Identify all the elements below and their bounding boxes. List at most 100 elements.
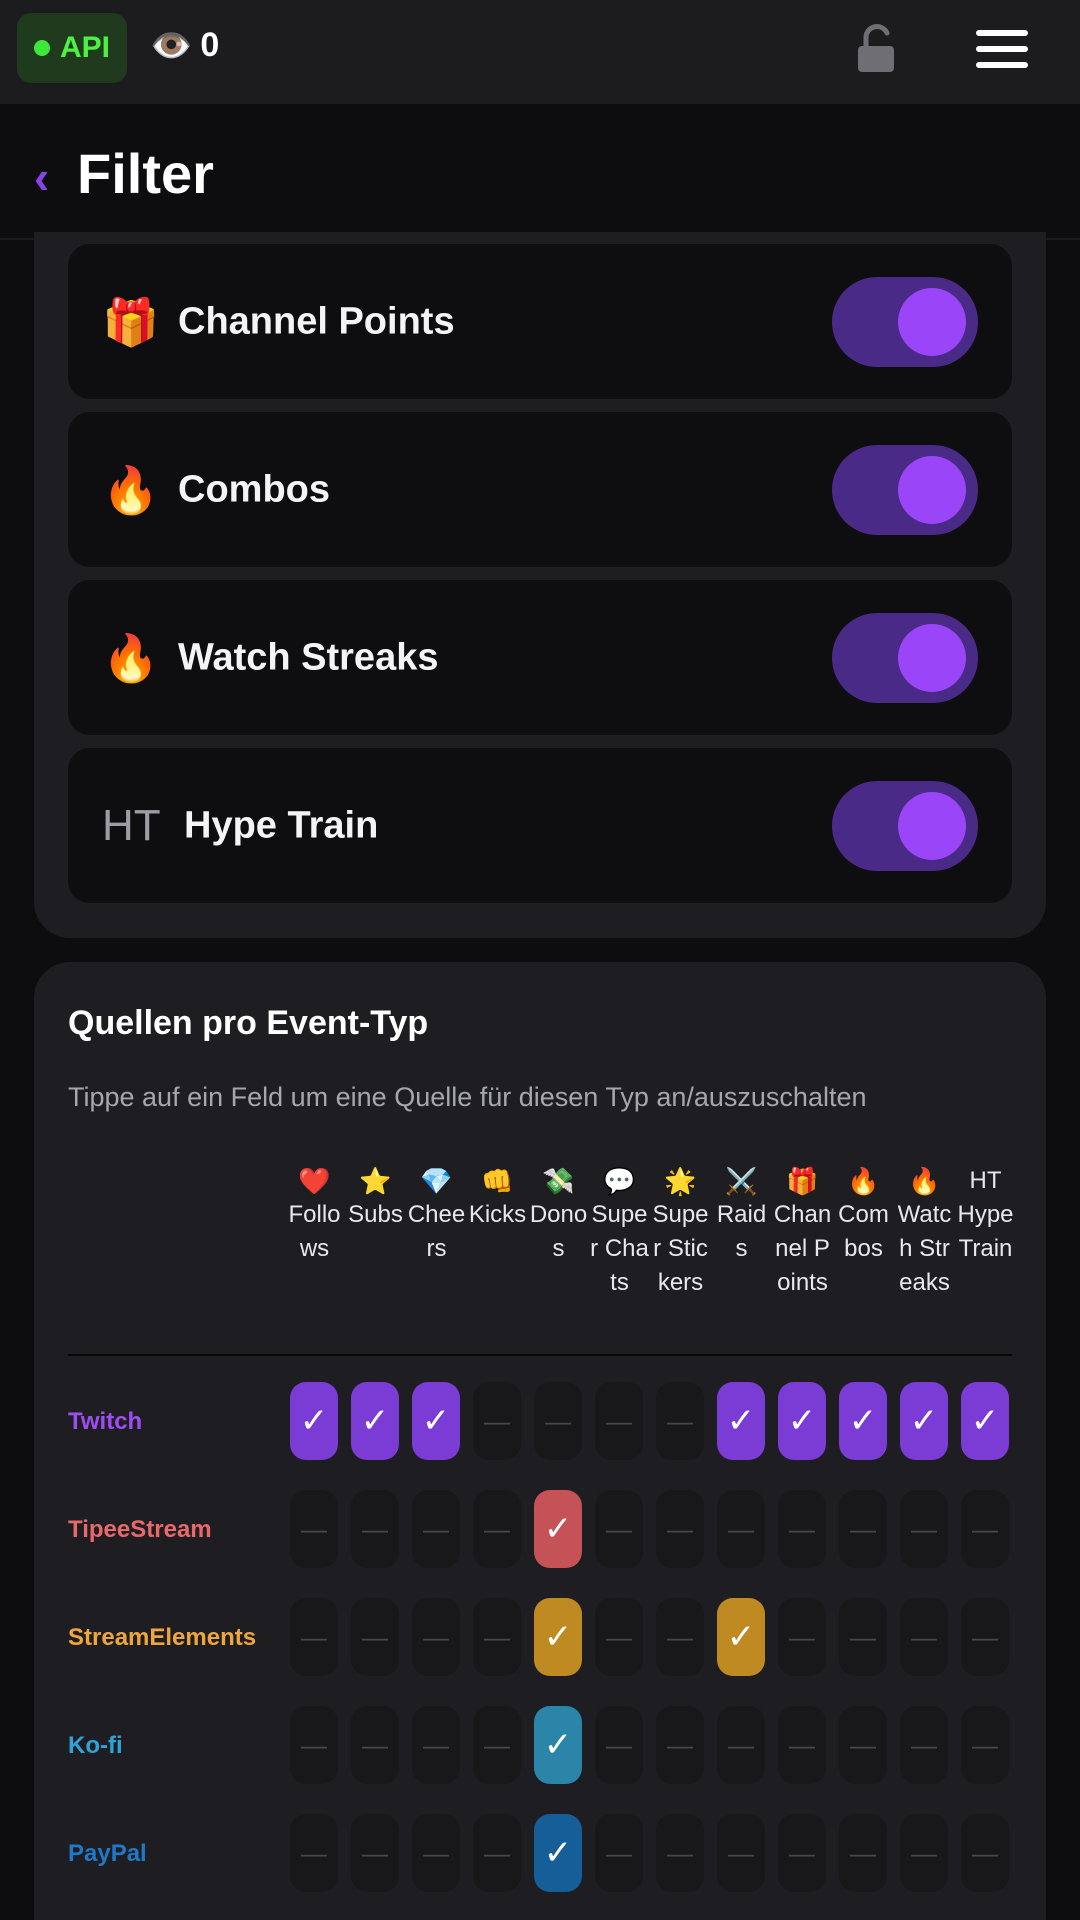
source-label: TipeeStream <box>68 1516 212 1543</box>
source-cell-unchecked[interactable]: — <box>351 1706 399 1784</box>
source-cell-unchecked[interactable]: — <box>412 1598 460 1676</box>
source-cell-unchecked[interactable]: — <box>473 1814 521 1892</box>
source-label: StreamElements <box>68 1624 257 1651</box>
section-description: Tippe auf ein Feld um eine Quelle für di… <box>68 1082 867 1112</box>
source-cell-checked[interactable]: ✓ <box>717 1598 765 1676</box>
toggle-row-combos[interactable]: 🔥 Combos <box>68 412 1012 567</box>
source-cell-checked[interactable]: ✓ <box>534 1706 582 1784</box>
source-cell-unchecked[interactable]: — <box>595 1814 643 1892</box>
event-type-label: Donos <box>529 1201 588 1262</box>
source-cell-unchecked[interactable]: — <box>595 1490 643 1568</box>
source-cell-unchecked[interactable]: — <box>839 1814 887 1892</box>
source-cell-unchecked[interactable]: — <box>412 1706 460 1784</box>
source-cell-unchecked[interactable]: — <box>839 1490 887 1568</box>
source-cell-unchecked[interactable]: — <box>778 1706 826 1784</box>
menu-icon[interactable] <box>976 30 1028 68</box>
hype-train-toggle[interactable] <box>832 780 978 871</box>
source-cell-unchecked[interactable]: — <box>839 1598 887 1676</box>
combos-toggle[interactable] <box>832 444 978 535</box>
source-cell-unchecked[interactable]: — <box>656 1814 704 1892</box>
source-cell-unchecked[interactable]: — <box>595 1598 643 1676</box>
source-cell-unchecked[interactable]: — <box>595 1706 643 1784</box>
source-label: Twitch <box>68 1408 143 1435</box>
source-cell-unchecked[interactable]: — <box>778 1814 826 1892</box>
column-header: ⭐ Subs <box>345 1166 406 1232</box>
source-cell-checked[interactable]: ✓ <box>534 1490 582 1568</box>
source-cell-unchecked[interactable]: — <box>534 1382 582 1460</box>
source-cell-checked[interactable]: ✓ <box>961 1382 1009 1460</box>
source-cell-unchecked[interactable]: — <box>473 1598 521 1676</box>
source-cell-unchecked[interactable]: — <box>778 1490 826 1568</box>
back-chevron-icon[interactable]: ‹ <box>34 154 49 200</box>
source-cell-unchecked[interactable]: — <box>961 1706 1009 1784</box>
source-cell-unchecked[interactable]: — <box>656 1706 704 1784</box>
source-cell-unchecked[interactable]: — <box>900 1706 948 1784</box>
source-cell-unchecked[interactable]: — <box>900 1814 948 1892</box>
source-cell-unchecked[interactable]: — <box>717 1814 765 1892</box>
source-cell-checked[interactable]: ✓ <box>534 1814 582 1892</box>
toggle-row-channel-points[interactable]: 🎁 Channel Points <box>68 244 1012 399</box>
source-cell-unchecked[interactable]: — <box>290 1814 338 1892</box>
source-cell-unchecked[interactable]: — <box>656 1598 704 1676</box>
source-cell-unchecked[interactable]: — <box>473 1382 521 1460</box>
source-cell-checked[interactable]: ✓ <box>900 1382 948 1460</box>
source-cell-checked[interactable]: ✓ <box>717 1382 765 1460</box>
source-cell-unchecked[interactable]: — <box>351 1490 399 1568</box>
source-cell-unchecked[interactable]: — <box>290 1490 338 1568</box>
source-cell-unchecked[interactable]: — <box>351 1598 399 1676</box>
toggle-knob <box>898 455 966 524</box>
source-cell-unchecked[interactable]: — <box>595 1382 643 1460</box>
source-cell-unchecked[interactable]: — <box>473 1706 521 1784</box>
gift-icon: 🎁 <box>102 295 160 348</box>
event-type-icon: 💬 <box>603 1166 636 1196</box>
source-cell-unchecked[interactable]: — <box>473 1490 521 1568</box>
source-cell-checked[interactable]: ✓ <box>534 1598 582 1676</box>
column-header: 🔥 Watch Streaks <box>894 1166 955 1300</box>
eye-icon: 👁️ <box>150 26 193 65</box>
api-label: API <box>59 31 110 64</box>
hype-train-icon: HT <box>102 800 161 850</box>
source-cell-unchecked[interactable]: — <box>656 1382 704 1460</box>
source-cell-checked[interactable]: ✓ <box>290 1382 338 1460</box>
source-cell-checked[interactable]: ✓ <box>351 1382 399 1460</box>
unlock-icon[interactable] <box>856 24 900 74</box>
source-cell-unchecked[interactable]: — <box>778 1598 826 1676</box>
source-cell-unchecked[interactable]: — <box>290 1598 338 1676</box>
column-header: 🎁 Channel Points <box>772 1166 833 1300</box>
source-cell-unchecked[interactable]: — <box>351 1814 399 1892</box>
source-cell-unchecked[interactable]: — <box>900 1598 948 1676</box>
source-cell-unchecked[interactable]: — <box>961 1598 1009 1676</box>
watch-streaks-toggle[interactable] <box>832 612 978 703</box>
header-divider <box>68 1354 1012 1356</box>
source-cell-unchecked[interactable]: — <box>412 1490 460 1568</box>
source-cell-unchecked[interactable]: — <box>290 1706 338 1784</box>
source-cell-checked[interactable]: ✓ <box>839 1382 887 1460</box>
toggle-row-hype-train[interactable]: HT Hype Train <box>68 748 1012 903</box>
viewer-counter: 👁️ 0 <box>150 26 219 65</box>
source-cell-unchecked[interactable]: — <box>961 1490 1009 1568</box>
channel-points-toggle[interactable] <box>832 276 978 367</box>
column-header: 🔥 Combos <box>833 1166 894 1266</box>
event-type-icon: 🔥 <box>908 1166 941 1196</box>
event-type-icon: 💎 <box>420 1166 453 1196</box>
source-cell-unchecked[interactable]: — <box>717 1490 765 1568</box>
event-type-icon: ❤️ <box>298 1166 331 1196</box>
source-cell-checked[interactable]: ✓ <box>778 1382 826 1460</box>
event-type-icon: ⚔️ <box>725 1166 758 1196</box>
event-type-icon: 🔥 <box>847 1166 880 1196</box>
source-cell-unchecked[interactable]: — <box>839 1706 887 1784</box>
source-cell-unchecked[interactable]: — <box>900 1490 948 1568</box>
source-cell-unchecked[interactable]: — <box>656 1490 704 1568</box>
source-cell-checked[interactable]: ✓ <box>412 1382 460 1460</box>
source-cell-unchecked[interactable]: — <box>961 1814 1009 1892</box>
column-header: ❤️ Follows <box>284 1166 345 1266</box>
column-header: 💸 Donos <box>528 1166 589 1266</box>
source-cell-unchecked[interactable]: — <box>412 1814 460 1892</box>
toggle-row-watch-streaks[interactable]: 🔥 Watch Streaks <box>68 580 1012 735</box>
event-type-icon: 💸 <box>542 1166 575 1196</box>
api-status-badge[interactable]: API <box>17 13 127 83</box>
source-cell-unchecked[interactable]: — <box>717 1706 765 1784</box>
event-type-icon: ⭐ <box>359 1166 392 1196</box>
column-header: 🌟 Super Stickers <box>650 1166 711 1300</box>
toggle-knob <box>898 791 966 860</box>
